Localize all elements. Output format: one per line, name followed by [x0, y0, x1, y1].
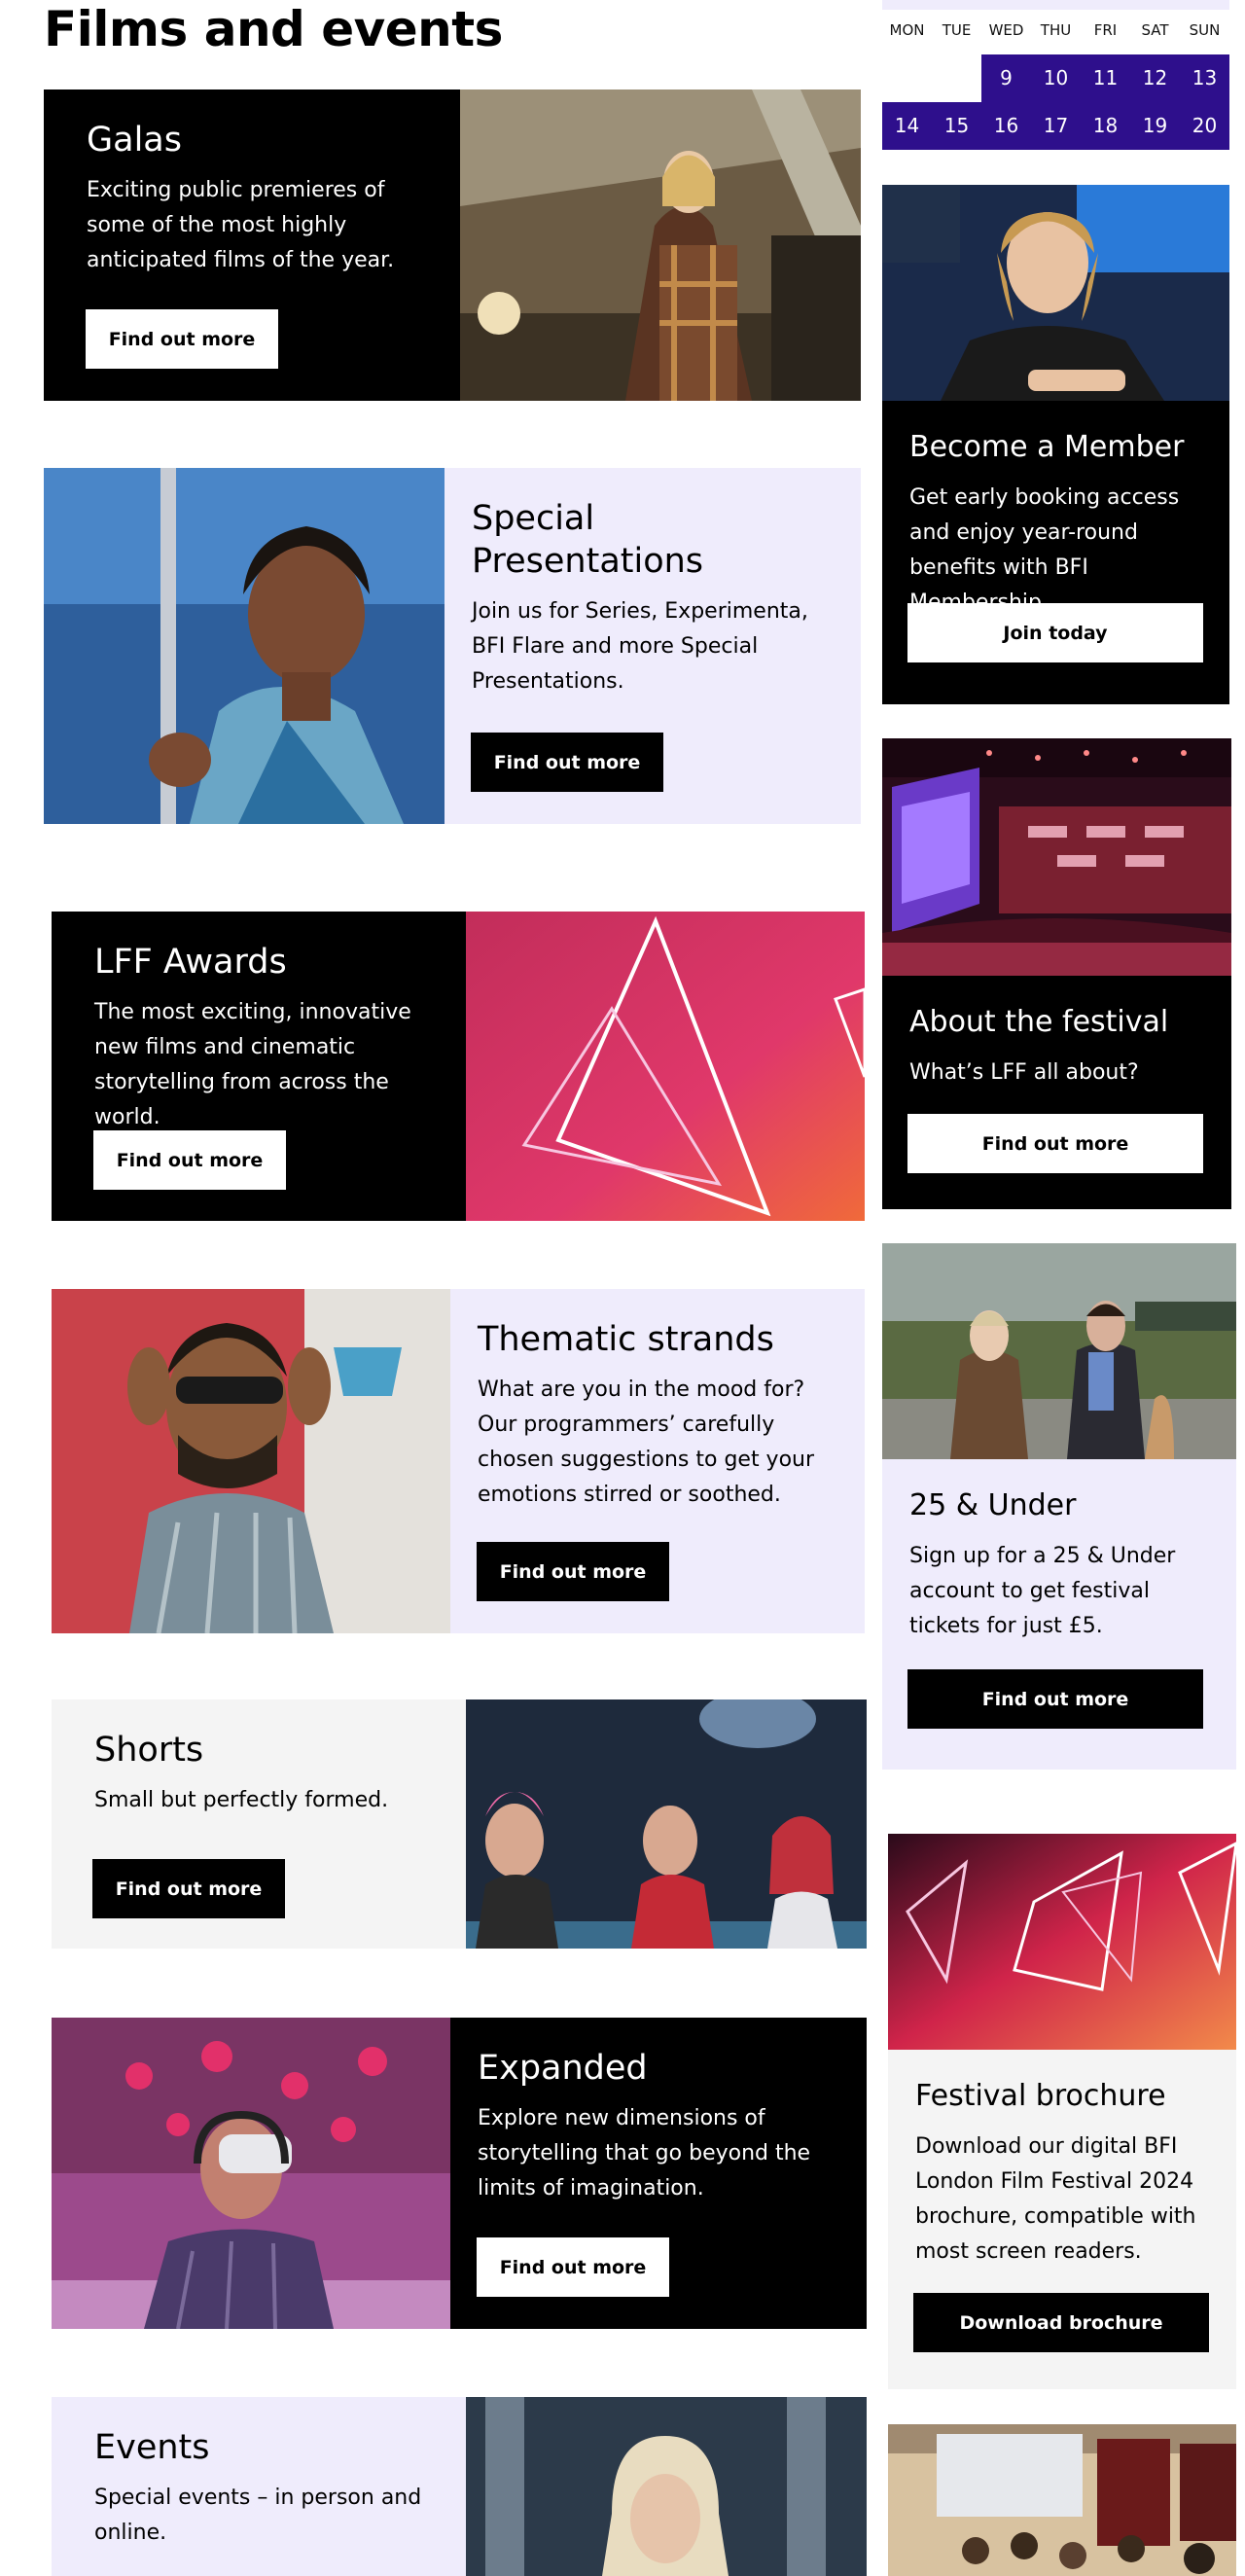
about-festival-body: About the festival What’s LFF all about?…: [882, 976, 1231, 1209]
calendar-day[interactable]: 20: [1180, 102, 1229, 150]
festival-brochure-card: Festival brochure Download our digital B…: [888, 1834, 1236, 2389]
calendar-weekday-header: MON TUE WED THU FRI SAT SUN: [882, 21, 1229, 39]
thematic-strands-description: What are you in the mood for? Our progra…: [478, 1377, 815, 1507]
galas-find-out-more-button[interactable]: Find out more: [86, 309, 278, 369]
under-25-title: 25 & Under: [909, 1488, 1077, 1522]
about-festival-title: About the festival: [909, 1005, 1169, 1039]
lff-awards-text-panel: LFF Awards The most exciting, innovative…: [52, 912, 466, 1221]
calendar-day[interactable]: 16: [981, 102, 1031, 150]
festival-brochure-image: [888, 1834, 1236, 2050]
membership-card: Become a Member Get early booking access…: [882, 185, 1229, 704]
membership-image: [882, 185, 1229, 401]
events-sidebar-image: [888, 2424, 1236, 2576]
under-25-card: 25 & Under Sign up for a 25 & Under acco…: [882, 1243, 1236, 1770]
weekday-thu: THU: [1040, 21, 1072, 39]
calendar-day[interactable]: 14: [882, 102, 932, 150]
thematic-strands-title: Thematic strands: [478, 1320, 774, 1359]
lff-awards-find-out-more-button[interactable]: Find out more: [93, 1130, 286, 1190]
calendar-day[interactable]: 13: [1180, 54, 1229, 102]
about-festival-card: About the festival What’s LFF all about?…: [882, 738, 1231, 1209]
under-25-body: 25 & Under Sign up for a 25 & Under acco…: [882, 1459, 1236, 1770]
shorts-image: [466, 1699, 867, 1949]
shorts-title: Shorts: [94, 1731, 204, 1770]
galas-description: Exciting public premieres of some of the…: [87, 178, 395, 272]
weekday-sat: SAT: [1141, 21, 1169, 39]
special-presentations-image: [44, 468, 445, 824]
weekday-wed: WED: [988, 21, 1024, 39]
special-presentations-card: Special Presentations Join us for Series…: [44, 468, 861, 824]
festival-brochure-title: Festival brochure: [915, 2079, 1166, 2113]
about-festival-find-out-more-button[interactable]: Find out more: [907, 1114, 1203, 1173]
calendar-day[interactable]: 18: [1081, 102, 1130, 150]
special-presentations-find-out-more-button[interactable]: Find out more: [471, 733, 663, 792]
lff-awards-card: LFF Awards The most exciting, innovative…: [52, 912, 865, 1221]
festival-brochure-body: Festival brochure Download our digital B…: [888, 2050, 1236, 2389]
events-description: Special events – in person and online.: [94, 2486, 422, 2545]
download-brochure-button[interactable]: Download brochure: [913, 2293, 1209, 2352]
calendar-widget: MON TUE WED THU FRI SAT SUN 9 10 11 12 1…: [882, 0, 1229, 151]
lff-awards-description: The most exciting, innovative new films …: [94, 1000, 411, 1129]
thematic-strands-text-panel: Thematic strands What are you in the moo…: [450, 1289, 865, 1633]
special-presentations-description: Join us for Series, Experimenta, BFI Fla…: [472, 599, 808, 694]
shorts-card: Shorts Small but perfectly formed. Find …: [52, 1699, 867, 1949]
calendar-day[interactable]: 17: [1031, 102, 1081, 150]
galas-card: Galas Exciting public premieres of some …: [44, 89, 861, 401]
calendar-top-bar: [882, 0, 1229, 10]
about-festival-description: What’s LFF all about?: [909, 1060, 1139, 1085]
thematic-strands-find-out-more-button[interactable]: Find out more: [477, 1542, 669, 1601]
special-presentations-text-panel: Special Presentations Join us for Series…: [445, 468, 861, 824]
calendar-day[interactable]: 12: [1130, 54, 1180, 102]
membership-body: Become a Member Get early booking access…: [882, 401, 1229, 704]
membership-title: Become a Member: [909, 430, 1185, 464]
shorts-text-panel: Shorts Small but perfectly formed. Find …: [52, 1699, 466, 1949]
page-title: Films and events: [44, 1, 503, 57]
calendar-empty-cell: [882, 54, 932, 102]
expanded-image: [52, 2018, 450, 2329]
galas-text-panel: Galas Exciting public premieres of some …: [44, 89, 460, 401]
special-presentations-title: Special Presentations: [472, 499, 704, 581]
membership-description: Get early booking access and enjoy year-…: [909, 485, 1180, 615]
lff-awards-title: LFF Awards: [94, 943, 287, 982]
events-card: Events Special events – in person and on…: [52, 2397, 867, 2576]
under-25-description: Sign up for a 25 & Under account to get …: [909, 1544, 1176, 1638]
calendar-day[interactable]: 15: [932, 102, 981, 150]
events-image: [466, 2397, 867, 2576]
join-today-button[interactable]: Join today: [907, 603, 1203, 662]
calendar-day[interactable]: 9: [981, 54, 1031, 102]
weekday-fri: FRI: [1093, 21, 1118, 39]
calendar-day[interactable]: 11: [1081, 54, 1130, 102]
events-text-panel: Events Special events – in person and on…: [52, 2397, 466, 2576]
calendar-empty-cell: [932, 54, 981, 102]
expanded-card: Expanded Explore new dimensions of story…: [52, 2018, 867, 2329]
thematic-strands-card: Thematic strands What are you in the moo…: [52, 1289, 865, 1633]
lff-awards-image: [466, 912, 865, 1221]
thematic-strands-image: [52, 1289, 450, 1633]
calendar-week-row: 14 15 16 17 18 19 20: [882, 102, 1229, 150]
shorts-description: Small but perfectly formed.: [94, 1788, 389, 1812]
expanded-title: Expanded: [478, 2049, 648, 2088]
expanded-description: Explore new dimensions of storytelling t…: [478, 2106, 811, 2200]
galas-title: Galas: [87, 121, 182, 160]
shorts-find-out-more-button[interactable]: Find out more: [92, 1859, 285, 1918]
expanded-find-out-more-button[interactable]: Find out more: [477, 2237, 669, 2297]
calendar-day[interactable]: 19: [1130, 102, 1180, 150]
about-festival-image: [882, 738, 1231, 976]
calendar-day[interactable]: 10: [1031, 54, 1081, 102]
galas-image: [460, 89, 861, 401]
calendar-week-row: 9 10 11 12 13: [882, 54, 1229, 102]
weekday-mon: MON: [889, 21, 925, 39]
events-title: Events: [94, 2428, 210, 2467]
expanded-text-panel: Expanded Explore new dimensions of story…: [450, 2018, 867, 2329]
weekday-sun: SUN: [1189, 21, 1221, 39]
under-25-image: [882, 1243, 1236, 1459]
under-25-find-out-more-button[interactable]: Find out more: [907, 1669, 1203, 1729]
weekday-tue: TUE: [942, 21, 972, 39]
festival-brochure-description: Download our digital BFI London Film Fes…: [915, 2134, 1196, 2264]
